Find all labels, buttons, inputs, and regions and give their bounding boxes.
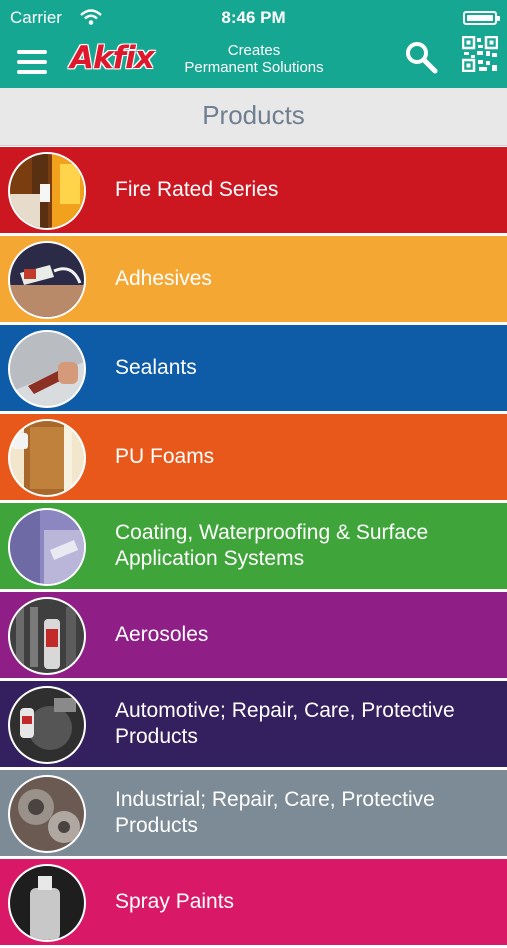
tagline-line-1: Creates <box>227 42 281 59</box>
product-item-label: Fire Rated Series <box>115 178 279 201</box>
hamburger-menu-icon[interactable] <box>17 50 47 74</box>
product-item-aerosoles[interactable]: Aerosoles <box>0 592 507 678</box>
product-item-coating-waterproofing[interactable]: Coating, Waterproofing & Surface Applica… <box>0 503 507 589</box>
product-item-spray-paints[interactable]: Spray Paints <box>0 859 507 945</box>
spray-paints-thumbnail-image <box>8 864 86 942</box>
search-icon[interactable] <box>403 39 439 75</box>
product-item-industrial[interactable]: Industrial; Repair, Care, Protective Pro… <box>0 770 507 856</box>
product-item-label: Adhesives <box>115 267 212 290</box>
product-item-label: Coating, Waterproofing & Surface Applica… <box>115 521 429 570</box>
nav-bar: Akfix Creates Permanent Solutions <box>0 36 507 88</box>
fire-rated-thumbnail-image <box>8 152 86 230</box>
clock: 8:46 PM <box>221 8 286 27</box>
page-title: Products <box>202 100 305 130</box>
product-category-list: Fire Rated Series Adhesives Sealants PU … <box>0 147 507 948</box>
sealants-thumbnail-image <box>8 330 86 408</box>
status-bar: Carrier 8:46 PM <box>0 0 507 36</box>
product-item-fire-rated-series[interactable]: Fire Rated Series <box>0 147 507 233</box>
qr-code-icon[interactable] <box>462 36 498 72</box>
product-item-label: Spray Paints <box>115 890 235 913</box>
tagline: Creates Permanent Solutions <box>170 42 338 76</box>
product-item-label: Industrial; Repair, Care, Protective Pro… <box>115 788 435 837</box>
product-item-label: PU Foams <box>115 445 215 468</box>
pu-foams-thumbnail-image <box>8 419 86 497</box>
tagline-line-2: Permanent Solutions <box>184 59 324 76</box>
product-item-label: Sealants <box>115 356 197 379</box>
product-item-sealants[interactable]: Sealants <box>0 325 507 411</box>
product-item-pu-foams[interactable]: PU Foams <box>0 414 507 500</box>
battery-icon <box>463 11 500 25</box>
industrial-thumbnail-image <box>8 775 86 853</box>
page-title-bar: Products <box>0 88 507 146</box>
product-item-label: Automotive; Repair, Care, Protective Pro… <box>115 699 455 748</box>
adhesives-thumbnail-image <box>8 241 86 319</box>
product-item-label: Aerosoles <box>115 623 209 646</box>
product-item-adhesives[interactable]: Adhesives <box>0 236 507 322</box>
aerosoles-thumbnail-image <box>8 597 86 675</box>
akfix-logo[interactable]: Akfix <box>70 40 155 76</box>
automotive-thumbnail-image <box>8 686 86 764</box>
coating-thumbnail-image <box>8 508 86 586</box>
product-item-automotive[interactable]: Automotive; Repair, Care, Protective Pro… <box>0 681 507 767</box>
